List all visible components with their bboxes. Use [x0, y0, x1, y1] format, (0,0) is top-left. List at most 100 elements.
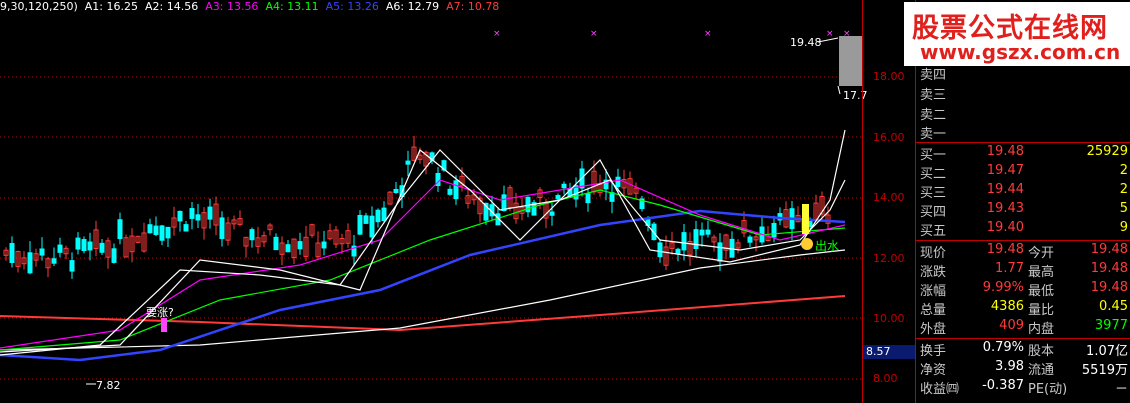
sell-row[interactable]: 卖一: [916, 123, 1130, 143]
quote-value: 0.45: [1099, 299, 1128, 314]
candle-body: [657, 242, 663, 258]
candle-body: [771, 223, 777, 238]
candle-body: [99, 242, 105, 253]
signal-right-icon: [801, 238, 813, 250]
buy-volume: 2: [1119, 182, 1128, 197]
candle-body: [147, 224, 153, 234]
sell-row[interactable]: 卖三: [916, 84, 1130, 104]
candle-body: [321, 241, 327, 249]
candle-body: [681, 232, 687, 251]
candle-body: [705, 229, 711, 235]
candle-body: [159, 225, 165, 241]
fundamental-value: 1.07亿: [1086, 344, 1128, 359]
buy-label: 买四: [920, 205, 947, 220]
quote-row: 涨跌 1.77 最高 19.48: [916, 261, 1130, 281]
quote-row: 现价 19.48 今开 19.48: [916, 242, 1130, 262]
quote-value: 1.77: [995, 261, 1024, 276]
fundamental-label: 收益㈣: [920, 382, 960, 397]
ma-line-a7: [0, 295, 846, 332]
buy-label: 买五: [920, 224, 947, 239]
candle-body: [501, 194, 507, 212]
quote-label: 总量: [920, 303, 947, 318]
candle-body: [693, 229, 699, 250]
fundamental-label: 股本: [1028, 344, 1055, 359]
quote-value: 19.48: [1090, 261, 1128, 276]
limit-up-bar: [839, 36, 863, 86]
quote-label: 最低: [1028, 284, 1055, 299]
fundamental-row: 收益㈣ -0.387 PE(动) －: [916, 378, 1130, 398]
candle-body: [549, 211, 555, 216]
candle-body: [585, 193, 591, 204]
tick-label: 8.00: [873, 372, 898, 385]
top-x-mark: ×: [590, 29, 598, 39]
quote-value: 409: [999, 318, 1024, 333]
top-x-mark: ×: [493, 29, 501, 39]
fundamental-row: 净资 3.98 流通 5519万: [916, 359, 1130, 379]
ma-line-a3: [0, 179, 846, 349]
quote-value: 3977: [1094, 318, 1128, 333]
buy-row[interactable]: 买三 19.44 2: [916, 182, 1130, 202]
candle-body: [453, 180, 459, 200]
quote-label: 量比: [1028, 303, 1055, 318]
candle-body: [87, 241, 93, 251]
candle-body: [27, 252, 33, 274]
buy-row[interactable]: 买二 19.47 2: [916, 163, 1130, 183]
candle-body: [189, 208, 195, 219]
tick-label: 12.00: [873, 252, 905, 265]
signal-left-marker: [161, 318, 167, 332]
tick-label: 14.00: [873, 191, 905, 204]
divider: [916, 240, 1130, 241]
quote-row: 涨幅 9.99% 最低 19.48: [916, 280, 1130, 300]
sell-label: 卖四: [920, 68, 947, 83]
sell-row[interactable]: 卖二: [916, 104, 1130, 124]
current-price-marker: 8.57: [863, 345, 915, 359]
fundamental-value: －: [1114, 382, 1128, 397]
signal-right-bar: [802, 204, 809, 234]
candle-body: [393, 188, 399, 194]
candle-body: [717, 242, 723, 262]
candle-body: [75, 237, 81, 250]
quote-label: 内盘: [1028, 322, 1055, 337]
legend-a3: A3: 13.56: [205, 0, 259, 13]
sell-label: 卖二: [920, 108, 947, 123]
top-x-mark: ×: [704, 29, 712, 39]
candlestick-chart[interactable]: × × × × × 19.48 17.7 7.82 要涨? 出水: [0, 0, 915, 403]
candle-body: [405, 160, 411, 165]
legend-a6: A6: 12.79: [385, 0, 440, 13]
candle-body: [447, 188, 453, 195]
sell-row[interactable]: 卖四: [916, 64, 1130, 84]
candle-body: [699, 229, 705, 236]
candle-body: [195, 214, 201, 221]
quote-value: 19.48: [986, 242, 1024, 257]
fundamental-value: -0.387: [982, 378, 1024, 393]
candle-body: [297, 241, 303, 250]
quote-label: 最高: [1028, 265, 1055, 280]
candle-body: [381, 207, 387, 222]
legend-a1: A1: 16.25: [84, 0, 138, 13]
candle-body: [183, 224, 189, 232]
quote-row: 外盘 409 内盘 3977: [916, 318, 1130, 338]
legend-a2: A2: 14.56: [145, 0, 199, 13]
quote-label: 今开: [1028, 246, 1055, 261]
quote-label: 外盘: [920, 322, 947, 337]
buy-row[interactable]: 买四 19.43 5: [916, 201, 1130, 221]
buy-row[interactable]: 买五 19.40 9: [916, 220, 1130, 240]
legend-a5: A5: 13.26: [325, 0, 379, 13]
indicator-legend: 9,30,120,250) A1: 16.25 A2: 14.56 A3: 13.56…: [0, 0, 506, 16]
candle-body: [57, 244, 63, 253]
candle-body: [165, 226, 171, 239]
quote-label: 涨跌: [920, 265, 947, 280]
ma-line-a6: [0, 249, 846, 351]
high-label: 19.48: [790, 36, 822, 49]
legend-a7: A7: 10.78: [446, 0, 500, 13]
buy-row[interactable]: 买一 19.48 25929: [916, 144, 1130, 164]
candle-body: [207, 206, 213, 220]
tick-label: 10.00: [873, 312, 905, 325]
divider: [916, 338, 1130, 339]
watermark-url: www.gszx.com.cn: [920, 40, 1121, 64]
candle-body: [561, 183, 567, 189]
top-x-mark: ×: [826, 29, 834, 39]
fundamental-label: 换手: [920, 344, 947, 359]
tick-label: 16.00: [873, 131, 905, 144]
fundamental-label: PE(动): [1028, 382, 1068, 397]
